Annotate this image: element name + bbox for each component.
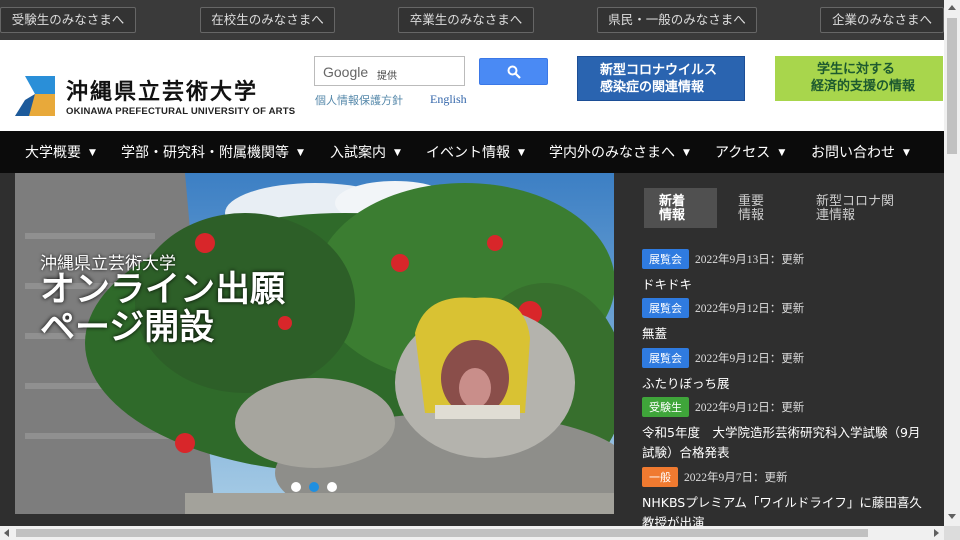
english-link[interactable]: English: [430, 92, 467, 107]
nav-about[interactable]: 大学概要 ▼: [25, 142, 96, 162]
vertical-scrollbar[interactable]: [944, 0, 960, 526]
news-item[interactable]: 展覧会 2022年9月12日：更新 ふたりぼっち展: [642, 347, 932, 394]
support-banner-line1: 学生に対する: [817, 62, 896, 77]
news-title[interactable]: 令和5年度 大学院造形芸術研究科入学試験（9月試験）合格発表: [642, 423, 932, 463]
tab-new-info-line2: 情報: [659, 208, 686, 223]
nav-admissions[interactable]: 入試案内 ▼: [330, 142, 401, 162]
slide-dot-3[interactable]: [327, 482, 337, 492]
nav-access[interactable]: アクセス ▼: [715, 142, 785, 162]
audience-alumni-button[interactable]: 卒業生のみなさまへ: [398, 7, 534, 33]
university-logo-icon[interactable]: [15, 76, 55, 116]
audience-current-students-button[interactable]: 在校生のみなさまへ: [200, 7, 335, 33]
chevron-down-icon: ▼: [778, 148, 786, 158]
chevron-down-icon: ▼: [903, 148, 910, 158]
news-date: 2022年9月7日：更新: [684, 471, 788, 484]
news-item[interactable]: 一般 2022年9月7日：更新 NHKBSプレミアム「ワイルドライフ」に藤田喜久教…: [642, 466, 932, 526]
horizontal-scrollbar[interactable]: [0, 526, 944, 540]
news-category-badge: 展覧会: [642, 248, 689, 269]
news-item[interactable]: 展覧会 2022年9月13日：更新 ドキドキ: [642, 248, 932, 295]
news-item[interactable]: 受験生 2022年9月12日：更新 令和5年度 大学院造形芸術研究科入学試験（9月…: [642, 396, 932, 463]
nav-contact[interactable]: お問い合わせ ▼: [811, 142, 910, 162]
audience-prospective-button[interactable]: 受験生のみなさまへ: [0, 7, 136, 33]
news-date: 2022年9月12日：更新: [695, 302, 805, 315]
search-icon: [507, 65, 521, 79]
horizontal-scroll-thumb[interactable]: [16, 529, 868, 537]
covid-banner-line1: 新型コロナウイルス: [600, 63, 718, 78]
hero-title-line1: オンライン出願: [40, 270, 286, 310]
nav-faculties-label: 学部・研究科・附属機関等: [121, 145, 289, 161]
chevron-down-icon: ▼: [394, 148, 401, 158]
scrollbar-corner: [944, 526, 960, 540]
chevron-down-icon: ▼: [518, 148, 525, 158]
tab-new-info[interactable]: 新着 情報: [644, 188, 717, 228]
nav-events[interactable]: イベント情報 ▼: [426, 142, 525, 162]
vertical-scroll-thumb[interactable]: [947, 18, 957, 154]
chevron-down-icon: ▼: [297, 148, 304, 158]
chevron-down-icon: ▼: [683, 148, 690, 158]
news-title[interactable]: ふたりぼっち展: [642, 374, 932, 394]
news-category-badge: 展覧会: [642, 347, 689, 368]
logo-english-name[interactable]: OKINAWA PREFECTURAL UNIVERSITY OF ARTS: [66, 106, 295, 117]
news-title[interactable]: 無蓋: [642, 324, 932, 344]
nav-admissions-label: 入試案内: [330, 145, 386, 161]
news-date: 2022年9月12日：更新: [695, 352, 805, 365]
news-title[interactable]: ドキドキ: [642, 275, 932, 295]
news-title[interactable]: NHKBSプレミアム「ワイルドライフ」に藤田喜久教授が出演: [642, 493, 932, 527]
hero-title[interactable]: オンライン出願 ページ開設: [40, 271, 285, 347]
nav-everyone-label: 学内外のみなさまへ: [549, 145, 675, 161]
search-button[interactable]: [479, 58, 548, 85]
logo-japanese-name[interactable]: 沖縄県立芸術大学: [66, 74, 258, 106]
news-date: 2022年9月13日：更新: [695, 253, 805, 266]
covid-banner-line2: 感染症の関連情報: [600, 80, 705, 95]
slide-dot-2[interactable]: [309, 482, 319, 492]
news-category-badge: 展覧会: [642, 297, 689, 318]
nav-access-label: アクセス: [715, 145, 771, 161]
tab-important-line1: 重要: [738, 194, 765, 209]
hero-title-line2: ページ開設: [40, 308, 215, 348]
tab-covid-info[interactable]: 新型コロナ関 連情報: [802, 188, 912, 228]
audience-bar: 受験生のみなさまへ 在校生のみなさまへ 卒業生のみなさまへ 県民・一般のみなさま…: [0, 0, 944, 40]
scroll-right-icon[interactable]: [934, 529, 939, 537]
student-support-banner[interactable]: 学生に対する 経済的支援の情報: [775, 56, 943, 101]
tab-new-info-line1: 新着: [659, 194, 686, 209]
nav-about-label: 大学概要: [25, 145, 81, 161]
scroll-left-icon[interactable]: [4, 529, 9, 537]
tab-important-info[interactable]: 重要 情報: [724, 188, 794, 228]
news-panel: 新着 情報 重要 情報 新型コロナ関 連情報 展覧会 2022年9月13日：更新 …: [614, 173, 944, 526]
scroll-down-icon[interactable]: [948, 514, 956, 519]
tab-covid-line2: 連情報: [816, 208, 856, 223]
tab-important-line2: 情報: [738, 208, 765, 223]
news-date: 2022年9月12日：更新: [695, 401, 805, 414]
audience-public-button[interactable]: 県民・一般のみなさまへ: [597, 7, 757, 33]
nav-contact-label: お問い合わせ: [811, 145, 895, 161]
nav-everyone[interactable]: 学内外のみなさまへ ▼: [549, 142, 690, 162]
news-category-badge: 受験生: [642, 396, 689, 417]
main-nav: 大学概要 ▼ 学部・研究科・附属機関等 ▼ 入試案内 ▼ イベント情報 ▼ 学内外のみな…: [0, 131, 944, 173]
tab-covid-line1: 新型コロナ関: [816, 194, 895, 209]
slide-dot-1[interactable]: [291, 482, 301, 492]
chevron-down-icon: ▼: [89, 148, 96, 158]
search-input[interactable]: Google 提供: [314, 56, 465, 86]
nav-faculties[interactable]: 学部・研究科・附属機関等 ▼: [121, 142, 304, 162]
site-header: 沖縄県立芸術大学 OKINAWA PREFECTURAL UNIVERSITY …: [0, 40, 944, 131]
nav-events-label: イベント情報: [426, 145, 510, 161]
search-provided-label: 提供: [377, 71, 397, 82]
hero-slideshow[interactable]: 沖縄県立芸術大学 オンライン出願 ページ開設: [15, 173, 614, 514]
audience-companies-button[interactable]: 企業のみなさまへ: [820, 7, 944, 33]
news-category-badge: 一般: [642, 466, 678, 487]
privacy-policy-link[interactable]: 個人情報保護方針: [315, 92, 403, 108]
news-item[interactable]: 展覧会 2022年9月12日：更新 無蓋: [642, 297, 932, 344]
scroll-up-icon[interactable]: [948, 5, 956, 10]
covid-info-banner[interactable]: 新型コロナウイルス 感染症の関連情報: [577, 56, 745, 101]
support-banner-line2: 経済的支援の情報: [811, 79, 916, 94]
google-label: Google: [323, 64, 369, 80]
